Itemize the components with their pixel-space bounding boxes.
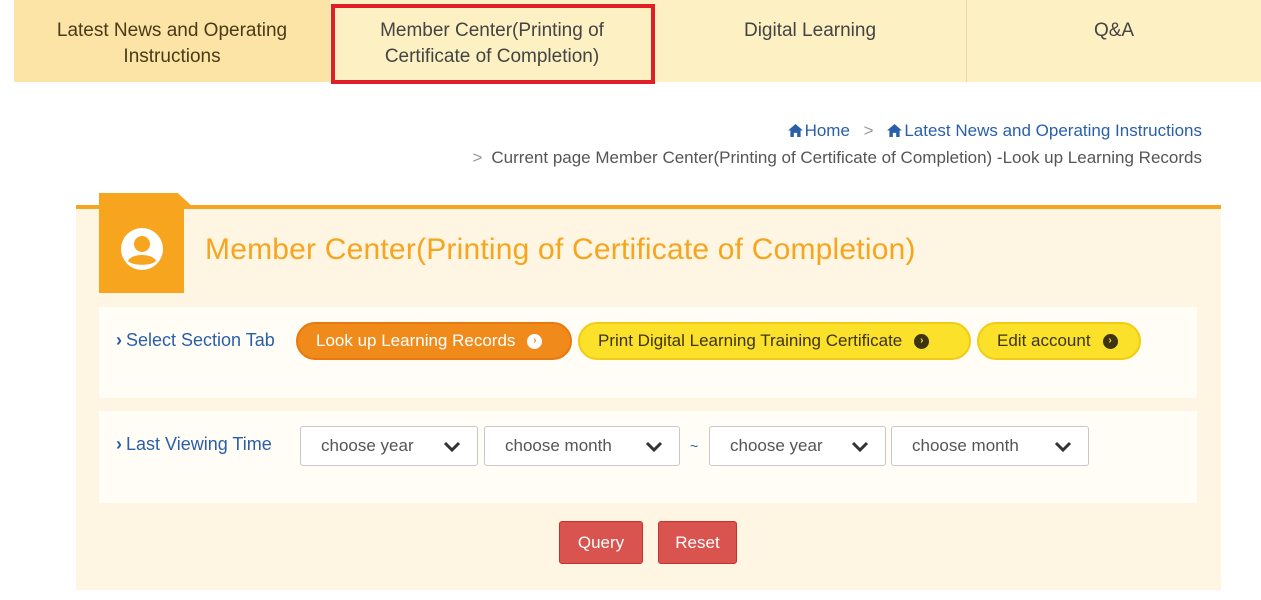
nav-tab-qa[interactable]: Q&A bbox=[966, 0, 1261, 82]
last-viewing-label-text: Last Viewing Time bbox=[126, 434, 272, 454]
tab-label: Print Digital Learning Training Certific… bbox=[598, 331, 903, 350]
chevron-down-icon bbox=[645, 441, 663, 452]
to-year-value: choose year bbox=[730, 436, 823, 455]
chevron-down-icon bbox=[851, 441, 869, 452]
breadcrumb-home-link[interactable]: Home bbox=[787, 121, 855, 140]
nav-tab-digital-learning[interactable]: Digital Learning bbox=[654, 0, 966, 82]
user-icon bbox=[120, 228, 163, 270]
chevron-down-icon bbox=[443, 441, 461, 452]
user-icon-block bbox=[99, 205, 184, 293]
to-month-select[interactable]: choose month bbox=[891, 426, 1089, 466]
tab-label: Edit account bbox=[997, 331, 1091, 350]
section-tab-row: › Select Section Tab Look up Learning Rec… bbox=[99, 307, 1197, 398]
tab-edit-account[interactable]: Edit account › bbox=[977, 322, 1141, 360]
to-month-value: choose month bbox=[912, 436, 1019, 455]
breadcrumb-separator: > bbox=[472, 148, 483, 167]
breadcrumb-home-label: Home bbox=[804, 121, 850, 140]
home-icon bbox=[887, 124, 903, 137]
breadcrumb-current-prefix: Current page bbox=[491, 148, 591, 167]
to-year-select[interactable]: choose year bbox=[709, 426, 886, 466]
breadcrumb-line-1: Home > Latest News and Operating Instruc… bbox=[463, 117, 1202, 144]
last-viewing-row: › Last Viewing Time choose year choose mo… bbox=[99, 411, 1197, 503]
last-viewing-label: › Last Viewing Time bbox=[116, 431, 276, 457]
tab-look-up-learning-records[interactable]: Look up Learning Records › bbox=[296, 322, 572, 360]
nav-tab-label: Digital Learning bbox=[743, 20, 877, 41]
from-month-value: choose month bbox=[505, 436, 612, 455]
nav-tab-label: Latest News and Operating Instructions bbox=[56, 20, 288, 67]
breadcrumb-section-link[interactable]: Latest News and Operating Instructions bbox=[887, 121, 1202, 140]
nav-tab-label: Q&A bbox=[1093, 20, 1135, 41]
arrow-circle-right-icon: › bbox=[527, 333, 543, 349]
breadcrumb-line-2: > Current page Member Center(Printing of … bbox=[463, 144, 1202, 171]
from-year-value: choose year bbox=[321, 436, 414, 455]
nav-tab-member-center[interactable]: Member Center(Printing of Certificate of… bbox=[330, 0, 654, 82]
page-title: Member Center(Printing of Certificate of… bbox=[205, 233, 916, 266]
breadcrumb-current: Member Center(Printing of Certificate of… bbox=[595, 148, 1202, 167]
top-nav: Latest News and Operating Instructions M… bbox=[0, 0, 1261, 84]
chevron-down-icon bbox=[1054, 441, 1072, 452]
breadcrumb-separator: > bbox=[863, 121, 874, 140]
reset-button[interactable]: Reset bbox=[658, 521, 737, 564]
query-button[interactable]: Query bbox=[559, 521, 643, 564]
from-year-select[interactable]: choose year bbox=[300, 426, 478, 466]
select-section-label-text: Select Section Tab bbox=[126, 330, 275, 350]
nav-tab-latest-news[interactable]: Latest News and Operating Instructions bbox=[14, 0, 330, 82]
chevron-right-icon: › bbox=[116, 330, 122, 350]
tab-print-certificate[interactable]: Print Digital Learning Training Certific… bbox=[578, 322, 971, 360]
arrow-circle-right-icon: › bbox=[914, 333, 930, 349]
home-icon bbox=[787, 124, 803, 137]
nav-tab-label: Member Center(Printing of Certificate of… bbox=[380, 20, 604, 67]
select-section-label: › Select Section Tab bbox=[116, 327, 276, 353]
from-month-select[interactable]: choose month bbox=[484, 426, 680, 466]
chevron-right-icon: › bbox=[116, 434, 122, 454]
breadcrumb: Home > Latest News and Operating Instruc… bbox=[463, 117, 1202, 171]
breadcrumb-section-label: Latest News and Operating Instructions bbox=[904, 121, 1202, 140]
arrow-circle-right-icon: › bbox=[1102, 333, 1118, 349]
tab-label: Look up Learning Records bbox=[316, 331, 516, 350]
range-separator: ~ bbox=[690, 438, 699, 454]
